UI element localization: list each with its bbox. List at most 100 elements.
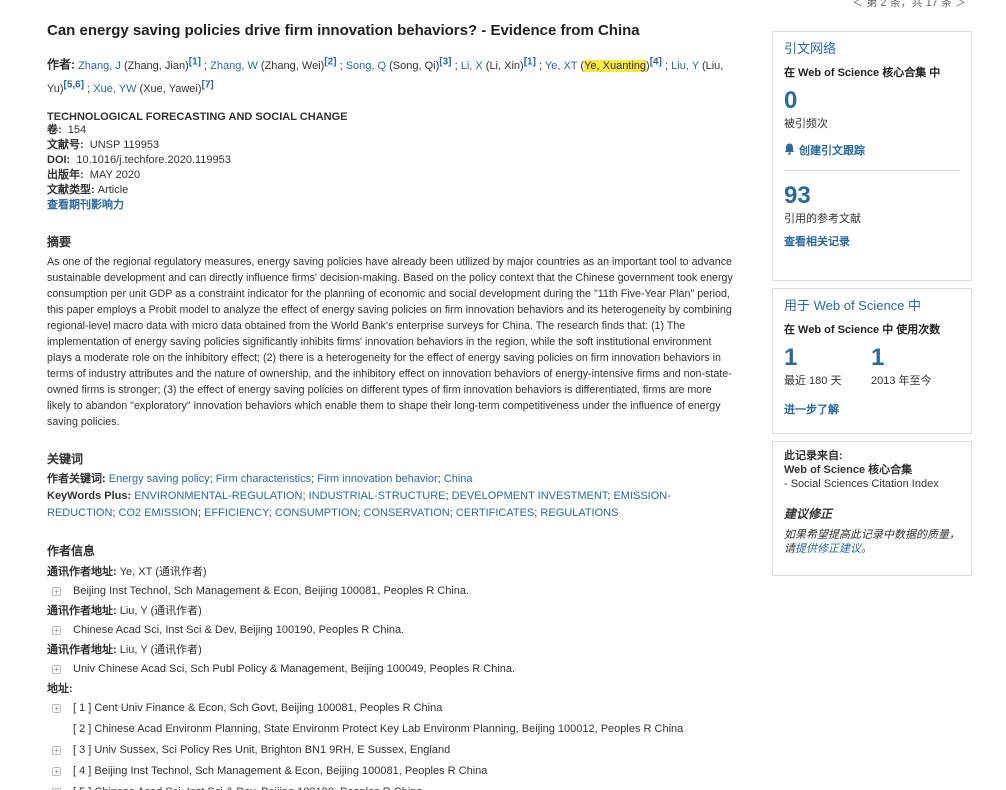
record-title: Can energy saving policies drive firm in…	[47, 22, 640, 39]
source-panel: 此记录来自: Web of Science 核心合集 - Social Scie…	[772, 441, 972, 576]
keyword-plus-link[interactable]: DEVELOPMENT INVESTMENT	[452, 490, 608, 502]
times-cited-label: 被引频次	[784, 118, 828, 130]
record-pager[interactable]: ＜ 第 2 条，共 17 条 ＞	[852, 0, 966, 10]
keyword-plus-link[interactable]: CONSUMPTION	[275, 507, 358, 519]
doi-row: DOI: 10.1016/j.techfore.2020.119953	[47, 153, 737, 168]
keywords-heading: 关键词	[47, 452, 84, 467]
keyword-plus-link[interactable]: CONSERVATION	[364, 507, 450, 519]
pubdate-value: MAY 2020	[89, 169, 141, 182]
corr-address-text: Beijing Inst Technol, Sch Management & E…	[73, 585, 470, 598]
expand-icon[interactable]: +	[52, 587, 61, 597]
journal-impact-link[interactable]: 查看期刊影响力	[47, 199, 124, 211]
usage-heading: 用于 Web of Science 中	[784, 298, 922, 313]
corr-author-name: Liu, Y (通讯作者)	[116, 605, 202, 618]
expand-icon[interactable]: +	[52, 626, 61, 636]
volume-value: 154	[67, 124, 87, 137]
author-keywords-label: 作者关键词:	[47, 473, 106, 486]
citation-network-heading: 引文网络	[784, 41, 837, 56]
cited-refs-label: 引用的参考文献	[784, 213, 861, 225]
address-line: + [ 1 ] Cent Univ Finance & Econ, Sch Gov…	[47, 698, 737, 719]
usage-panel: 用于 Web of Science 中 在 Web of Science 中 使…	[772, 288, 972, 434]
author-affil-ref[interactable]: [2]	[324, 56, 336, 67]
expand-icon[interactable]: +	[52, 665, 61, 675]
pubdate-row: 出版年: MAY 2020	[47, 168, 737, 183]
volume-label: 卷:	[47, 124, 62, 137]
article-no-label: 文献号:	[47, 139, 84, 152]
keyword-plus-link[interactable]: CERTIFICATES	[456, 507, 534, 519]
usage-2013-label: 2013 年至今	[871, 375, 932, 387]
article-no-value: UNSP 119953	[89, 139, 160, 152]
keywords-plus-row: KeyWords Plus: ENVIRONMENTAL-REGULATION;…	[47, 490, 671, 520]
author-separator: ;	[535, 59, 543, 72]
author-affil-ref[interactable]: [5,6]	[64, 80, 85, 91]
author-affil-ref[interactable]: [1]	[189, 56, 201, 67]
author-keyword-link[interactable]: Firm characteristics	[216, 473, 311, 485]
author-link[interactable]: Li, X	[461, 60, 483, 72]
usage-180-label: 最近 180 天	[784, 375, 842, 387]
create-citation-alert-link[interactable]: 创建引文跟踪	[799, 142, 865, 158]
keyword-plus-link[interactable]: ENVIRONMENTAL-REGULATION	[134, 490, 302, 502]
author-fullname: (Zhang, Jian)	[123, 59, 189, 72]
corr-author-row: 通讯作者地址: Ye, XT (通讯作者)	[47, 563, 737, 581]
author-link[interactable]: Zhang, J	[78, 60, 121, 72]
keyword-plus-link[interactable]: CO2 EMISSION	[119, 507, 198, 519]
suggest-correction-link[interactable]: 提供修正建议	[795, 543, 861, 555]
keywords-plus-label: KeyWords Plus:	[47, 490, 132, 503]
suggest-correction-heading: 建议修正	[784, 507, 833, 521]
author-keywords-row: 作者关键词: Energy saving policy; Firm charac…	[47, 473, 473, 486]
view-related-records-link[interactable]: 查看相关记录	[784, 236, 850, 248]
corr-address-text: Chinese Acad Sci, Inst Sci & Dev, Beijin…	[73, 624, 405, 637]
address-text: [ 5 ] Chinese Acad Sci, Inst Sci & Dev, …	[73, 782, 423, 790]
expand-icon[interactable]: +	[52, 704, 61, 714]
author-keyword-link[interactable]: Firm innovation behavior	[317, 473, 437, 485]
corr-address-line: + Univ Chinese Acad Sci, Sch Publ Policy …	[47, 659, 737, 680]
address-text: [ 2 ] Chinese Acad Environm Planning, St…	[73, 723, 684, 736]
address-line: +[ 5 ] Chinese Acad Sci, Inst Sci & Dev,…	[47, 782, 737, 790]
pubdate-label: 出版年:	[47, 169, 84, 182]
author-fullname: (Xue, Yawei)	[139, 83, 202, 96]
abstract-heading: 摘要	[47, 235, 72, 250]
usage-subheading: 在 Web of Science 中 使用次数	[784, 324, 941, 336]
author-affil-ref[interactable]: [7]	[202, 80, 214, 91]
expand-icon[interactable]: +	[52, 767, 61, 777]
corr-author-label: 通讯作者地址:	[47, 644, 117, 657]
abstract-text: As one of the regional regulatory measur…	[47, 256, 733, 429]
author-separator: ;	[336, 59, 343, 72]
corr-author-row: 通讯作者地址: Liu, Y (通讯作者)	[47, 641, 737, 659]
source-index: - Social Sciences Citation Index	[784, 478, 939, 490]
author-link[interactable]: Zhang, W	[210, 60, 258, 72]
times-cited-count[interactable]: 0	[784, 86, 960, 116]
author-link[interactable]: Song, Q	[346, 60, 386, 72]
address-line: + [ 4 ] Beijing Inst Technol, Sch Managem…	[47, 761, 737, 782]
expand-icon[interactable]: +	[52, 746, 61, 756]
source-db: Web of Science 核心合集	[784, 464, 913, 476]
author-link[interactable]: Ye, XT	[545, 60, 577, 72]
cited-refs-count[interactable]: 93	[784, 181, 960, 211]
author-affil-ref[interactable]: [1]	[524, 56, 536, 67]
corr-author-label: 通讯作者地址:	[47, 605, 117, 618]
author-fullname: (Li, Xin)	[485, 59, 524, 72]
author-fullname: (Ye, Xuanting)	[580, 59, 650, 72]
suggest-correction-text: 如果希望提高此记录中数据的质量，请提供修正建议。	[784, 528, 960, 556]
corr-address-line: + Beijing Inst Technol, Sch Management & …	[47, 581, 737, 602]
author-link[interactable]: Liu, Y	[671, 60, 699, 72]
citation-network-panel: 引文网络 在 Web of Science 核心合集 中 0 被引频次 创建引文…	[772, 31, 972, 281]
keyword-plus-link[interactable]: REGULATIONS	[540, 507, 618, 519]
author-affil-ref[interactable]: [3]	[439, 56, 451, 67]
usage-180-count: 1	[784, 344, 798, 371]
author-keyword-link[interactable]: China	[444, 473, 473, 485]
keyword-plus-link[interactable]: INDUSTRIAL-STRUCTURE	[309, 490, 446, 502]
author-separator: ;	[451, 59, 458, 72]
address-label: 地址:	[47, 683, 73, 696]
author-keyword-link[interactable]: Energy saving policy	[109, 473, 210, 485]
address-text: [ 3 ] Univ Sussex, Sci Policy Res Unit, …	[73, 744, 451, 757]
author-link[interactable]: Xue, YW	[93, 83, 136, 95]
learn-more-link[interactable]: 进一步了解	[784, 404, 839, 416]
doctype-value: Article	[97, 184, 129, 197]
author-fullname: (Song, Qi)	[389, 59, 440, 72]
doi-value: 10.1016/j.techfore.2020.119953	[76, 154, 231, 167]
keyword-plus-link[interactable]: EFFICIENCY	[204, 507, 269, 519]
author-affil-ref[interactable]: [4]	[650, 56, 662, 67]
author-fullname: (Zhang, Wei)	[260, 59, 325, 72]
corr-address-line: + Chinese Acad Sci, Inst Sci & Dev, Beiji…	[47, 620, 737, 641]
